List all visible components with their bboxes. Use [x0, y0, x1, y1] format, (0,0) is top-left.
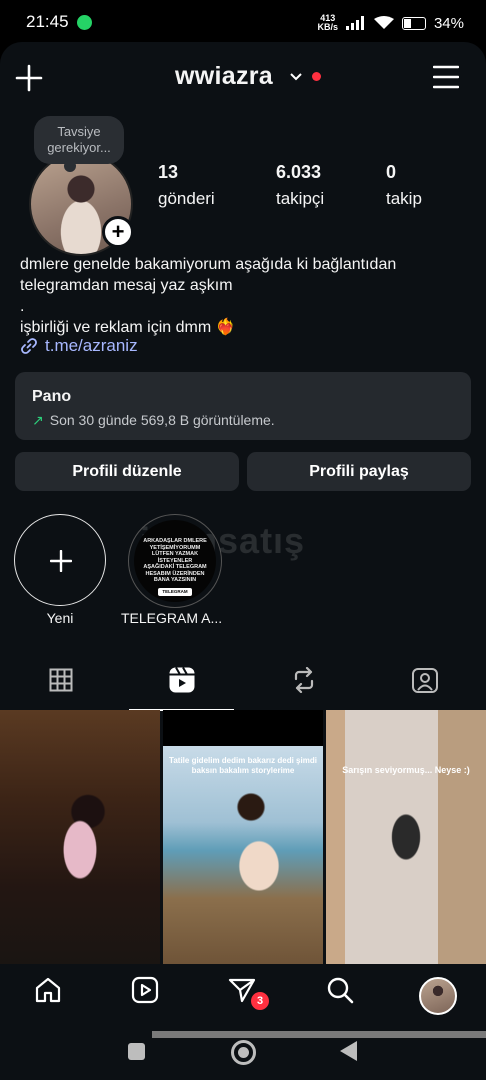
battery-level: 34%: [433, 14, 464, 32]
battery-icon: [401, 16, 426, 30]
menu-icon[interactable]: [433, 64, 459, 90]
reels-icon: [131, 976, 159, 1004]
bottom-nav: 3: [0, 964, 486, 1020]
bio-link[interactable]: t.me/azraniz: [20, 336, 138, 356]
dashboard-title: Pano: [32, 388, 72, 405]
reel-thumbnail[interactable]: Sarışın seviyormuş... Neyse :): [326, 710, 486, 964]
create-plus-icon[interactable]: [15, 64, 43, 92]
bio: dmlere genelde bakamiyorum aşağıda ki ba…: [20, 256, 397, 336]
trend-up-icon: ↗: [32, 412, 44, 428]
content-tabs: [0, 652, 486, 711]
clock: 21:45: [26, 12, 69, 31]
stat-following[interactable]: 0 takip: [386, 162, 422, 209]
whatsapp-icon: [77, 15, 92, 30]
network-speed: 413 KB/s: [317, 13, 338, 32]
highlight-cover: ARKADAŞLAR DMLERE YETİŞEMİYORUMM LÜTFEN …: [134, 520, 216, 602]
plus-icon: [50, 550, 72, 572]
signal-icon: [345, 16, 364, 30]
reel-thumbnail[interactable]: Tatile gidelim dedim bakarız dedi şimdi …: [163, 710, 323, 964]
nav-search[interactable]: [324, 974, 356, 1006]
dashboard-subtitle: ↗ Son 30 günde 569,8 B görüntüleme.: [32, 412, 275, 428]
share-profile-button[interactable]: Profili paylaş: [247, 452, 471, 491]
link-icon: [21, 338, 37, 354]
username-title[interactable]: wwiazra: [175, 62, 273, 91]
wifi-icon: [373, 16, 394, 29]
status-icons: 413 KB/s 34%: [317, 14, 464, 32]
status-bar: 21:45 413 KB/s 34%: [0, 0, 486, 42]
home-button[interactable]: [231, 1040, 256, 1065]
reel-caption: Tatile gidelim dedim bakarız dedi şimdi …: [169, 756, 317, 775]
nav-profile-avatar[interactable]: [419, 977, 457, 1015]
highlight-telegram-label: TELEGRAM A...: [121, 610, 223, 626]
note-bubble[interactable]: Tavsiye gerekiyor...: [34, 116, 124, 172]
repost-icon: [294, 667, 313, 693]
chevron-down-icon[interactable]: [289, 72, 303, 82]
tab-reposts[interactable]: [243, 652, 364, 708]
tagged-icon: [411, 668, 438, 693]
instagram-profile-screen: wwiazra + Tavsiye gerekiyor... 13 gönder…: [0, 42, 486, 1080]
reel-thumbnail[interactable]: [0, 710, 160, 964]
notification-dot: [312, 72, 321, 81]
tab-posts[interactable]: [0, 652, 121, 708]
grid-icon: [49, 668, 72, 692]
tab-reels[interactable]: [121, 652, 242, 711]
recents-button[interactable]: [128, 1043, 145, 1060]
reel-caption: Sarışın seviyormuş... Neyse :): [342, 765, 470, 775]
messages-badge: 3: [249, 990, 271, 1012]
new-highlight-label: Yeni: [46, 610, 74, 626]
reels-icon: [169, 667, 194, 693]
stat-followers[interactable]: 6.033 takipçi: [276, 162, 324, 209]
add-story-button[interactable]: +: [102, 216, 134, 248]
nav-home[interactable]: [32, 974, 64, 1006]
edit-profile-button[interactable]: Profili düzenle: [15, 452, 239, 491]
reel-photo: [163, 746, 323, 964]
system-nav-bar: [0, 1020, 486, 1080]
back-button[interactable]: [340, 1041, 357, 1061]
new-highlight-button[interactable]: [14, 514, 106, 606]
highlight-telegram[interactable]: ARKADAŞLAR DMLERE YETİŞEMİYORUMM LÜTFEN …: [128, 514, 222, 608]
nav-reels[interactable]: [129, 974, 161, 1006]
home-icon: [35, 977, 61, 1003]
reels-grid: Tatile gidelim dedim bakarız dedi şimdi …: [0, 710, 486, 964]
gesture-bar: [152, 1031, 486, 1038]
stat-posts[interactable]: 13 gönderi: [158, 162, 215, 209]
dashboard-card[interactable]: Pano ↗ Son 30 günde 569,8 B görüntüleme.: [15, 372, 471, 440]
tab-tagged[interactable]: [364, 652, 485, 708]
search-icon: [327, 977, 354, 1004]
